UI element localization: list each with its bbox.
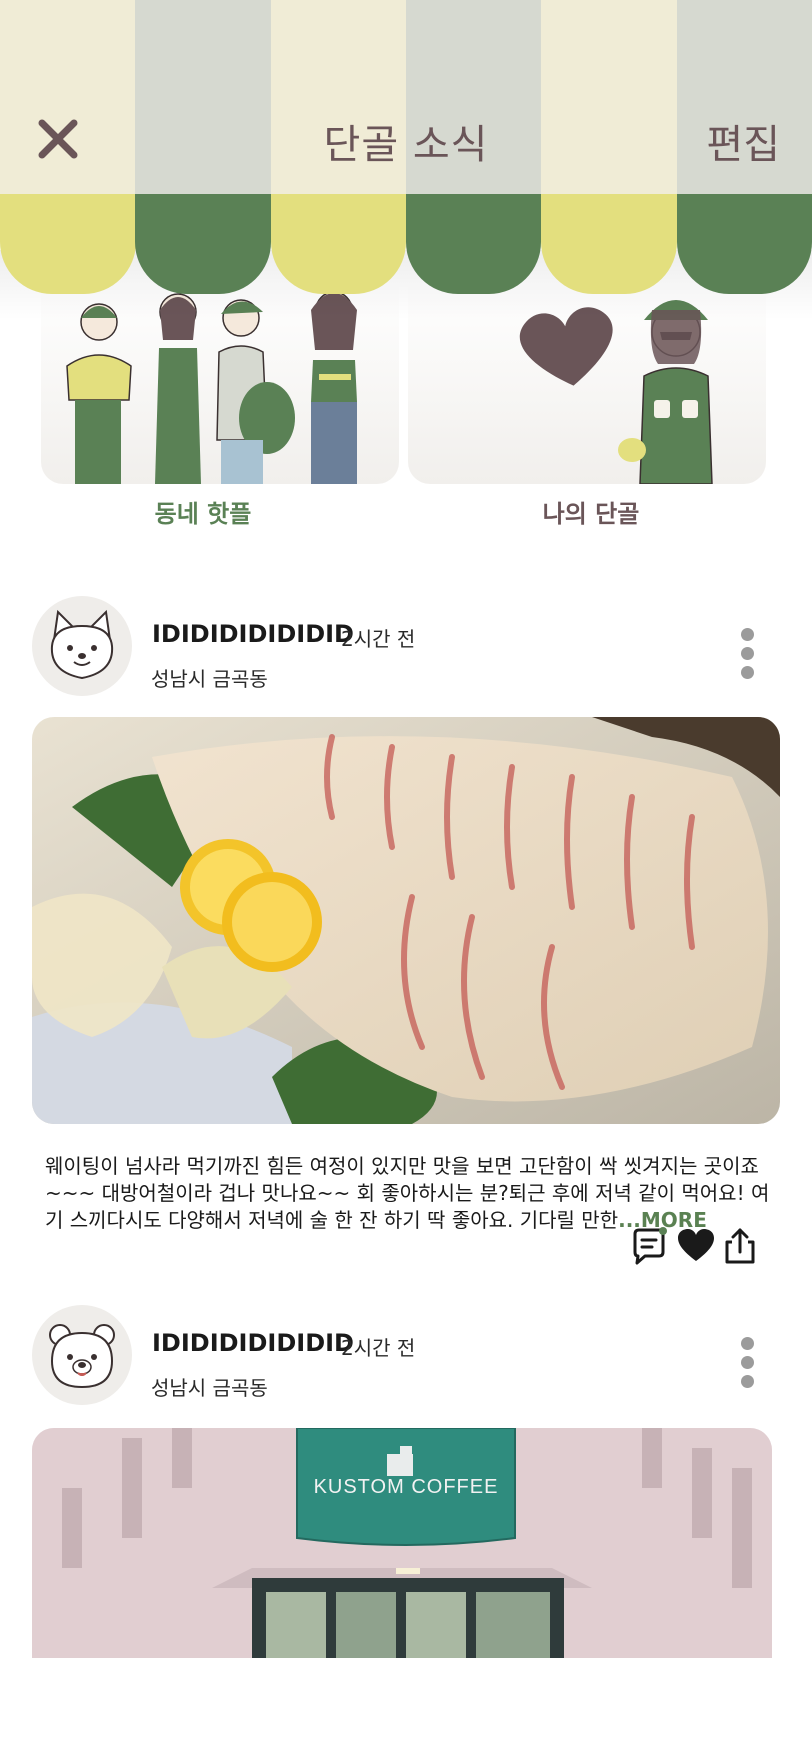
cafe-storefront-photo: KUSTOM COFFEE (32, 1428, 772, 1658)
post-username[interactable]: IDIDIDIDIDIDID (152, 1329, 354, 1357)
fox-avatar-icon (50, 609, 114, 680)
storefront-sign-text: KUSTOM COFFEE (314, 1476, 499, 1498)
like-button[interactable] (676, 1226, 716, 1266)
more-dot-icon (740, 647, 754, 660)
edit-button[interactable]: 편집 (706, 112, 780, 170)
post-image[interactable]: KUSTOM COFFEE (32, 1428, 772, 1658)
more-dot-icon (740, 666, 754, 679)
post-location: 성남시 금곡동 (151, 1376, 268, 1400)
comment-icon (633, 1227, 667, 1265)
share-button[interactable] (720, 1226, 760, 1266)
more-dot-icon (740, 1356, 754, 1369)
sashimi-photo (32, 717, 780, 1124)
heart-icon (678, 1229, 714, 1261)
post-time: 2시간 전 (341, 1336, 416, 1360)
post-location: 성남시 금곡동 (151, 667, 268, 691)
more-options-button[interactable] (736, 628, 758, 680)
post-text: 웨이팅이 넘사라 먹기까진 힘든 여정이 있지만 맛을 보면 고단함이 싹 씻겨… (45, 1153, 780, 1234)
more-dot-icon (740, 1337, 754, 1350)
page-title: 단골 소식 (323, 122, 489, 168)
more-dot-icon (740, 628, 754, 641)
category-label-favorites[interactable]: 나의 단골 (412, 494, 770, 529)
avatar[interactable] (32, 1305, 132, 1405)
comment-button[interactable] (629, 1226, 669, 1266)
bear-avatar-icon (49, 1324, 115, 1389)
post-time: 2시간 전 (341, 627, 416, 651)
post-image[interactable] (32, 717, 780, 1124)
post-username[interactable]: IDIDIDIDIDIDID (152, 620, 354, 648)
more-options-button[interactable] (736, 1337, 758, 1389)
avatar[interactable] (32, 596, 132, 696)
category-label-hotplace[interactable]: 동네 핫플 (24, 494, 382, 529)
more-dot-icon (740, 1375, 754, 1388)
share-icon (725, 1228, 755, 1264)
